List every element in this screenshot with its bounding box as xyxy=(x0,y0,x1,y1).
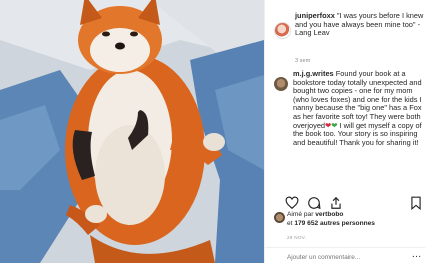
share-icon[interactable] xyxy=(329,196,343,210)
post-detail-panel: juniperfoxx "I was yours before I knew a… xyxy=(264,0,425,263)
comment-icon[interactable] xyxy=(307,196,321,210)
author-avatar[interactable] xyxy=(274,22,291,39)
liked-by-prefix: Aimé par xyxy=(287,211,314,218)
fox-photo-image xyxy=(0,0,264,263)
likes-count-line[interactable]: et 179 652 autres personnes xyxy=(287,220,375,227)
likes-count[interactable]: 179 652 autres personnes xyxy=(294,220,375,227)
post-photo[interactable] xyxy=(0,0,264,263)
liked-by-line: Aimé par vertbobo xyxy=(287,211,343,218)
post-caption: juniperfoxx "I was yours before I knew a… xyxy=(295,11,424,38)
bookmark-icon[interactable] xyxy=(409,196,423,210)
post-actions xyxy=(285,196,423,212)
add-comment-area[interactable]: … xyxy=(265,247,425,264)
liker-name[interactable]: vertbobo xyxy=(315,211,343,218)
more-options-icon[interactable]: … xyxy=(412,249,423,260)
liker-avatar[interactable] xyxy=(274,212,285,223)
post-date: 29 NOV. xyxy=(287,235,307,240)
commenter-avatar[interactable] xyxy=(274,77,288,91)
likes-connector: et xyxy=(287,220,293,227)
likes-summary: Aimé par vertbobo et 179 652 autres pers… xyxy=(274,211,424,233)
comment-input[interactable] xyxy=(287,254,397,261)
post-time: 3 sem xyxy=(295,58,311,64)
heart-icon[interactable] xyxy=(285,196,299,210)
comment: m.j.g.writes Found your book at a bookst… xyxy=(293,69,424,147)
